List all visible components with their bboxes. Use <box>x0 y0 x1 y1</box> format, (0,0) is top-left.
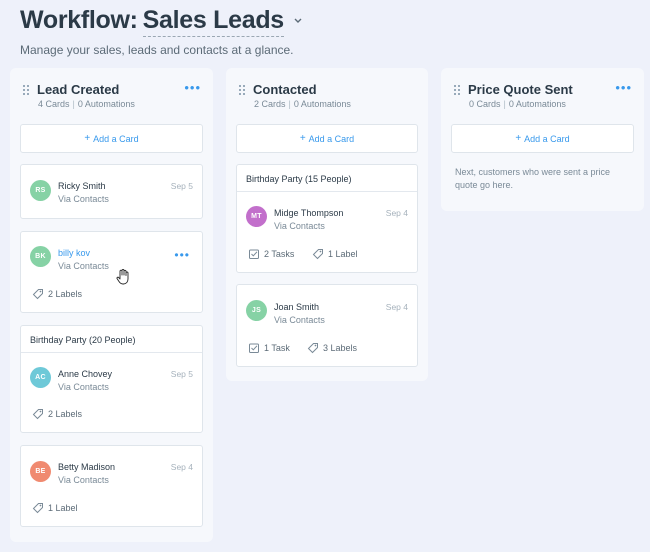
add-card-button[interactable]: + Add a Card <box>20 124 203 153</box>
drag-handle-icon[interactable] <box>239 85 245 95</box>
page-subtitle: Manage your sales, leads and contacts at… <box>20 43 294 57</box>
page-header: Workflow: Sales Leads Manage your sales,… <box>20 6 303 57</box>
title-prefix: Workflow: <box>20 6 138 34</box>
labels-count: 2 Labels <box>48 289 83 299</box>
plus-icon: + <box>84 133 91 144</box>
meta-separator: | <box>72 99 75 109</box>
column-header: Lead Created 4 Cards | 0 Automations ••• <box>10 68 213 118</box>
card-divider <box>21 352 202 353</box>
labels-count: 1 Label <box>328 249 358 259</box>
card-tasks: 2 Tasks <box>248 248 294 260</box>
contact-name: Ricky Smith <box>58 181 106 191</box>
column-lead-created: Lead Created 4 Cards | 0 Automations ••• +… <box>10 68 213 542</box>
empty-column-message: Next, customers who were sent a price qu… <box>455 167 611 190</box>
card-labels: 2 Labels <box>32 408 82 420</box>
labels-count: 3 Labels <box>323 343 358 353</box>
contact-source: Via Contacts <box>58 261 109 271</box>
automations-count: 0 Automations <box>508 99 566 109</box>
column-header: Price Quote Sent 0 Cards | 0 Automations •… <box>441 68 644 118</box>
page-title: Workflow: Sales Leads <box>20 6 303 37</box>
tasks-count: 2 Tasks <box>264 249 295 259</box>
drag-handle-icon[interactable] <box>23 85 29 95</box>
column-title: Lead Created <box>37 82 120 97</box>
contact-name: Anne Chovey <box>58 369 113 379</box>
add-card-label: Add a Card <box>93 133 139 144</box>
contact-source: Via Contacts <box>58 194 109 204</box>
avatar: JS <box>246 300 267 321</box>
lead-card[interactable]: BK billy kov Via Contacts ••• 2 Labels <box>20 231 203 313</box>
card-date: Sep 4 <box>170 462 193 472</box>
lead-card[interactable]: BE Betty Madison Via Contacts Sep 4 1 La… <box>20 445 203 527</box>
contact-source: Via Contacts <box>58 475 109 485</box>
column-meta: 4 Cards | 0 Automations <box>38 99 135 109</box>
column-contacted: Contacted 2 Cards | 0 Automations + Add a C… <box>226 68 428 381</box>
plus-icon: + <box>515 133 522 144</box>
label-tag-icon <box>32 409 43 420</box>
card-date: Sep 5 <box>170 181 193 191</box>
card-date: Sep 5 <box>170 369 193 379</box>
drag-handle-icon[interactable] <box>454 85 460 95</box>
card-tasks: 1 Task <box>248 342 290 354</box>
contact-source: Via Contacts <box>58 382 109 392</box>
lead-card[interactable]: Birthday Party (20 People) AC Anne Chove… <box>20 325 203 433</box>
add-card-button[interactable]: + Add a Card <box>236 124 418 153</box>
contact-source: Via Contacts <box>274 315 325 325</box>
meta-separator: | <box>288 99 291 109</box>
chevron-down-icon[interactable] <box>293 15 303 25</box>
cards-count: 2 Cards <box>254 99 286 109</box>
column-more-icon[interactable]: ••• <box>615 80 632 95</box>
card-labels: 1 Label <box>32 502 78 514</box>
avatar: MT <box>246 206 267 227</box>
meta-separator: | <box>503 99 506 109</box>
column-meta: 0 Cards | 0 Automations <box>469 99 566 109</box>
lead-card[interactable]: RS Ricky Smith Via Contacts Sep 5 <box>20 164 203 219</box>
avatar: BK <box>30 246 51 267</box>
automations-count: 0 Automations <box>77 99 135 109</box>
contact-name: Joan Smith <box>274 302 320 312</box>
card-labels: 1 Label <box>312 248 358 260</box>
task-checkbox-icon <box>249 249 259 259</box>
cards-count: 0 Cards <box>469 99 501 109</box>
card-date: Sep 4 <box>385 302 408 312</box>
contact-name[interactable]: billy kov <box>58 248 90 258</box>
add-card-label: Add a Card <box>524 133 570 144</box>
label-tag-icon <box>307 343 318 354</box>
label-tag-icon <box>32 503 43 514</box>
card-more-icon[interactable]: ••• <box>174 248 190 262</box>
automations-count: 0 Automations <box>293 99 351 109</box>
hand-cursor-icon <box>116 269 129 285</box>
labels-count: 1 Label <box>48 503 78 513</box>
contact-source: Via Contacts <box>274 221 325 231</box>
tasks-count: 1 Task <box>264 343 290 353</box>
column-title: Contacted <box>253 82 317 97</box>
avatar: BE <box>30 461 51 482</box>
card-group-title: Birthday Party (15 People) <box>246 174 352 184</box>
label-tag-icon <box>312 249 323 260</box>
labels-count: 2 Labels <box>48 409 83 419</box>
contact-name: Betty Madison <box>58 462 116 472</box>
workflow-name[interactable]: Sales Leads <box>142 6 284 37</box>
lead-card[interactable]: Birthday Party (15 People) MT Midge Thom… <box>236 164 418 273</box>
add-card-label: Add a Card <box>308 133 355 144</box>
avatar: AC <box>30 367 51 388</box>
card-group-title: Birthday Party (20 People) <box>30 335 136 345</box>
lead-card[interactable]: JS Joan Smith Via Contacts Sep 4 1 Task … <box>236 284 418 367</box>
column-more-icon[interactable]: ••• <box>184 80 201 95</box>
column-title: Price Quote Sent <box>468 82 573 97</box>
add-card-button[interactable]: + Add a Card <box>451 124 634 153</box>
contact-name: Midge Thompson <box>274 208 344 218</box>
card-labels: 2 Labels <box>32 288 82 300</box>
column-meta: 2 Cards | 0 Automations <box>254 99 351 109</box>
column-price-quote-sent: Price Quote Sent 0 Cards | 0 Automations •… <box>441 68 644 211</box>
card-divider <box>237 191 417 192</box>
plus-icon: + <box>299 133 306 144</box>
column-header: Contacted 2 Cards | 0 Automations <box>226 68 428 118</box>
task-checkbox-icon <box>249 343 259 353</box>
card-labels: 3 Labels <box>307 342 357 354</box>
label-tag-icon <box>32 289 43 300</box>
card-date: Sep 4 <box>385 208 408 218</box>
avatar: RS <box>30 180 51 201</box>
cards-count: 4 Cards <box>38 99 70 109</box>
